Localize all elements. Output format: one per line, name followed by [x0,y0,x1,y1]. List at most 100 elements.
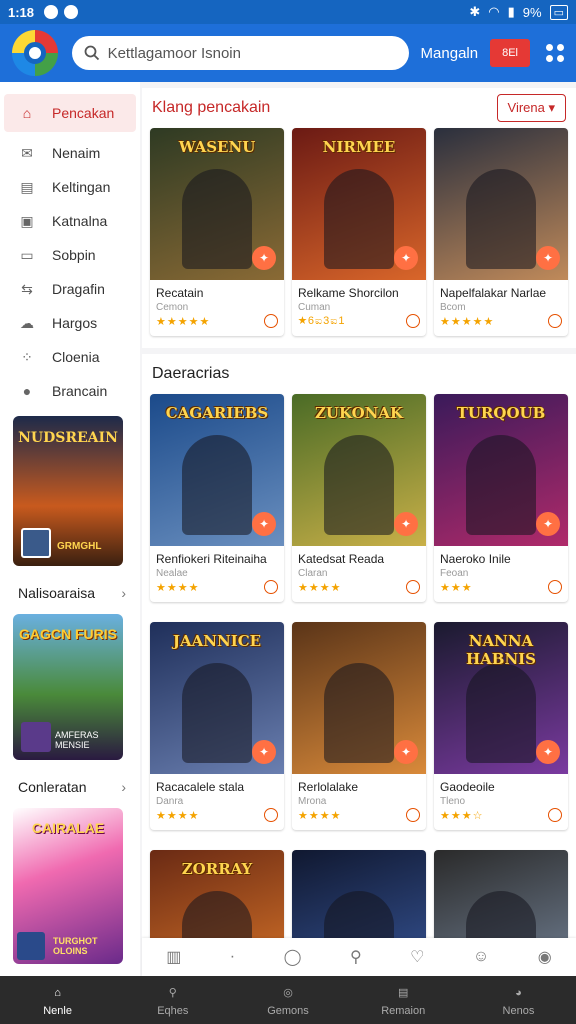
promo-card[interactable]: CAIRALAE TURGHOT OLOINS [13,808,123,964]
circle-icon[interactable]: ◯ [284,947,302,967]
sidebar-item-label: Pencakan [52,105,115,121]
download-icon[interactable] [548,808,562,822]
home-icon: ⌂ [54,986,61,999]
tab-remaion[interactable]: ▤ Remaion [346,976,461,1024]
game-art[interactable]: CAGARIEBS ✦ [150,394,284,546]
download-icon[interactable] [264,808,278,822]
more-icon[interactable]: · [230,948,235,966]
game-card[interactable]: NIRMEE ✦ Relkame Shorcilon Cuman ★6ಐ3ಐ1 [292,128,426,336]
promo-title: GAGCN FURIS [19,626,117,642]
game-info: Gaodeoile Tleno ★★★☆ [434,774,568,830]
section-title: Klang pencakain [152,99,271,116]
download-icon[interactable] [548,580,562,594]
game-genre: Mrona [298,796,327,807]
game-card[interactable]: WASENU ✦ Recatain Cemon ★★★★★ [150,128,284,336]
search-icon [84,45,99,61]
game-card[interactable]: ZUKONAK ✦ Katedsat Reada Claran ★★★★ [292,394,426,602]
game-card[interactable]: NANNA HABNIS ✦ Gaodeoile Tleno ★★★☆ [434,622,568,830]
battery-icon: ▭ [549,4,568,20]
tab-label: Gemons [267,1004,309,1017]
download-icon[interactable] [406,314,420,328]
search-icon[interactable]: ⚲ [350,947,362,967]
game-logo: NIRMEE [322,138,396,156]
game-character [324,663,394,763]
download-icon[interactable] [264,580,278,594]
game-character [466,663,536,763]
wifi-icon: ◠ [488,4,500,19]
game-art[interactable]: ZUKONAK ✦ [292,394,426,546]
game-info: Napelfalakar Narlae Bcom ★★★★★ [434,280,568,336]
notification-icon[interactable]: ◉ [538,947,552,967]
sidebar-item-cloenia[interactable]: ⁘ Cloenia [0,340,140,374]
game-art[interactable]: TURQOUB ✦ [434,394,568,546]
mail-icon: ✉ [21,144,33,161]
game-card[interactable]: ✦ Napelfalakar Narlae Bcom ★★★★★ [434,128,568,336]
sidebar-item-nenaim[interactable]: ✉ Nenaim [0,136,140,170]
app-logo[interactable] [12,30,58,76]
game-genre: Cuman [298,302,331,313]
game-title: Racacalele stala [156,780,245,794]
game-genre: Tleno [440,796,466,807]
grid-icon[interactable]: ▥ [166,947,181,967]
game-card[interactable]: CAGARIEBS ✦ Renfiokeri Riteinaiha Nealae ★★★… [150,394,284,602]
tab-label: Nenos [502,1004,535,1017]
game-art[interactable]: NIRMEE ✦ [292,128,426,280]
game-art[interactable]: NANNA HABNIS ✦ [434,622,568,774]
search-input[interactable]: Kettlagamoor Isnoin [71,36,409,70]
game-badge-icon: ✦ [394,740,418,764]
promo-title: CAIRALAE [31,820,105,836]
promo-title: NUDSREAIN [18,430,118,446]
tab-label: Remaion [381,1004,426,1017]
sidebar-item-katnalna[interactable]: ▣ Katnalna [0,204,140,238]
action-button[interactable]: 8El [490,39,530,67]
heart-icon[interactable]: ♡ [410,947,424,967]
game-title: Katedsat Reada [298,552,385,566]
game-art[interactable]: JAANNICE ✦ [150,622,284,774]
sidebar-item-keltingan[interactable]: ▤ Keltingan [0,170,140,204]
document-icon: ▤ [20,178,34,195]
notification-icon [44,5,59,19]
game-card[interactable]: TURQOUB ✦ Naeroko Inile Feoan ★★★ [434,394,568,602]
promo-footer: TURGHOT OLOINS [53,936,98,956]
game-card[interactable]: ✦ Rerlolalake Mrona ★★★★ [292,622,426,830]
game-logo: CAGARIEBS [165,404,269,422]
filter-dropdown[interactable]: Virena ▾ [496,94,566,122]
sidebar-item-dragafin[interactable]: ⇆ Dragafin [0,272,140,306]
game-card[interactable]: JAANNICE ✦ Racacalele stala Danra ★★★★ [150,622,284,830]
appbar-title[interactable]: Mangaln [421,45,479,62]
sidebar-item-sobpin[interactable]: ▭ Sobpin [0,238,140,272]
tab-gemons[interactable]: ◎ Gemons [230,976,345,1024]
game-genre: Nealae [156,568,188,579]
game-title: Rerlolalake [298,780,359,794]
download-icon[interactable] [548,314,562,328]
game-title: Gaodeoile [440,780,495,794]
tab-eqhes[interactable]: ⚲ Eqhes [115,976,230,1024]
sidebar-heading-label: Nalisoaraisa [18,585,96,601]
apps-grid-icon[interactable] [546,44,564,62]
game-rating: ★★★★ [298,810,342,822]
section-title: Daeracrias [152,365,230,382]
game-art[interactable]: WASENU ✦ [150,128,284,280]
sidebar-heading[interactable]: Conleratan › [0,774,140,800]
sidebar-item-label: Keltingan [52,179,111,195]
download-icon[interactable] [406,808,420,822]
sidebar-item-hargos[interactable]: ☁ Hargos [0,306,140,340]
game-logo: TURQOUB [456,404,546,422]
download-icon[interactable] [406,580,420,594]
promo-thumb [21,722,51,752]
sidebar-item-pencakan[interactable]: ⌂ Pencakan [4,94,136,132]
game-art[interactable]: ✦ [434,128,568,280]
signal-icon: ▮ [507,4,515,19]
tab-nenle[interactable]: ⌂ Nenle [0,976,115,1024]
download-icon[interactable] [264,314,278,328]
game-character [466,169,536,269]
promo-card[interactable]: NUDSREAIN GRMGHL [13,416,123,566]
promo-card[interactable]: GAGCN FURIS AMFERAS MENSIE [13,614,123,760]
share-icon: ⇆ [21,280,33,297]
people-icon[interactable]: ☺ [473,948,489,966]
sidebar-item-brancain[interactable]: ● Brancain [0,374,140,408]
tab-nenos[interactable]: ◕ Nenos [461,976,576,1024]
game-art[interactable]: ✦ [292,622,426,774]
sidebar-heading[interactable]: Nalisoaraisa › [0,580,140,606]
sidebar: ⌂ Pencakan ✉ Nenaim ▤ Keltingan ▣ Katnalna ▭ Sobp… [0,82,140,976]
